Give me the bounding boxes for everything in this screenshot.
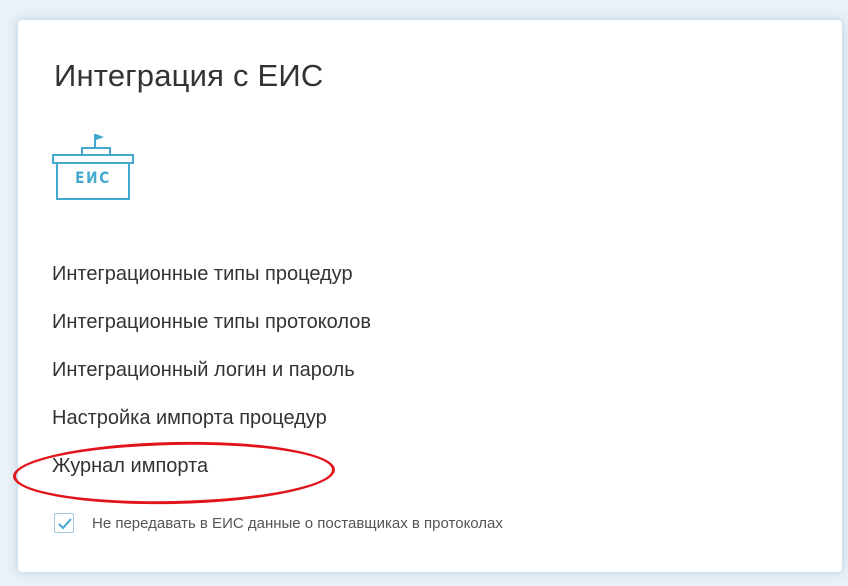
link-list: Интеграционные типы процедур Интеграцион… xyxy=(52,256,371,496)
card-title: Интеграция с ЕИС xyxy=(54,58,324,93)
suppliers-checkbox[interactable] xyxy=(54,513,74,533)
eis-integration-card: Интеграция с ЕИС ЕИС Интеграционные типы… xyxy=(12,20,842,572)
link-import-settings[interactable]: Настройка импорта процедур xyxy=(52,400,371,448)
suppliers-checkbox-row: Не передавать в ЕИС данные о поставщиках… xyxy=(54,513,503,533)
checkmark-icon xyxy=(58,518,72,530)
eis-logo-icon: ЕИС xyxy=(52,132,134,204)
link-procedure-types[interactable]: Интеграционные типы процедур xyxy=(52,256,371,304)
link-login-password[interactable]: Интеграционный логин и пароль xyxy=(52,352,371,400)
logo-text: ЕИС xyxy=(75,168,111,187)
link-import-log[interactable]: Журнал импорта xyxy=(52,448,371,496)
checkbox-label: Не передавать в ЕИС данные о поставщиках… xyxy=(92,514,503,532)
link-protocol-types[interactable]: Интеграционные типы протоколов xyxy=(52,304,371,352)
